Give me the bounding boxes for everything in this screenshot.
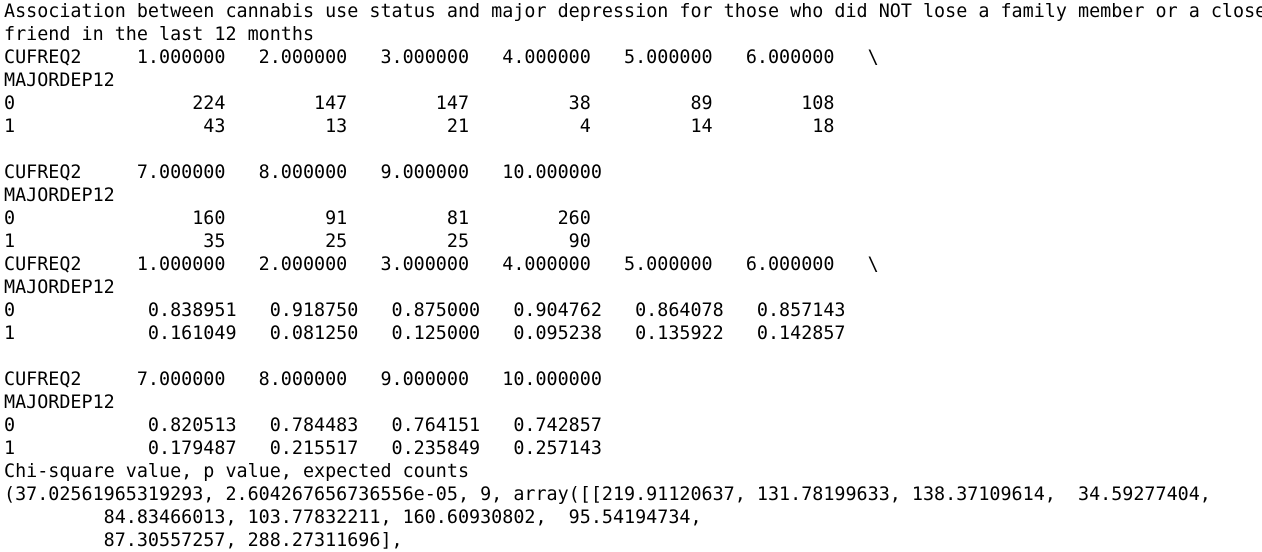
chi-square-result-line-1: (37.02561965319293, 2.604267656736556e-0… — [4, 484, 1211, 505]
counts-table-2-header: CUFREQ2 7.000000 8.000000 9.000000 10.00… — [4, 162, 602, 183]
percent-table-2-index-name: MAJORDEP12 — [4, 392, 115, 413]
chi-square-result-line-3: 87.30557257, 288.27311696], — [4, 530, 403, 551]
counts-table-2-index-name: MAJORDEP12 — [4, 185, 115, 206]
output-line-title-2: friend in the last 12 months — [4, 24, 315, 45]
counts-table-1-index-name: MAJORDEP12 — [4, 70, 115, 91]
percent-table-1-row-0: 0 0.838951 0.918750 0.875000 0.904762 0.… — [4, 300, 846, 321]
chi-square-result-line-2: 84.83466013, 103.77832211, 160.60930802,… — [4, 507, 702, 528]
percent-table-2-row-0: 0 0.820513 0.784483 0.764151 0.742857 — [4, 415, 602, 436]
percent-table-2-header: CUFREQ2 7.000000 8.000000 9.000000 10.00… — [4, 369, 602, 390]
output-line-title-1: Association between cannabis use status … — [4, 1, 1262, 22]
counts-table-2-row-0: 0 160 91 81 260 — [4, 208, 591, 229]
counts-table-1-row-1: 1 43 13 21 4 14 18 — [4, 116, 835, 137]
percent-table-2-row-1: 1 0.179487 0.215517 0.235849 0.257143 — [4, 438, 602, 459]
counts-table-1-header: CUFREQ2 1.000000 2.000000 3.000000 4.000… — [4, 47, 879, 68]
console-output: Association between cannabis use status … — [0, 0, 1262, 552]
counts-table-1-row-0: 0 224 147 147 38 89 108 — [4, 93, 835, 114]
percent-table-1-header: CUFREQ2 1.000000 2.000000 3.000000 4.000… — [4, 254, 879, 275]
percent-table-1-index-name: MAJORDEP12 — [4, 277, 115, 298]
percent-table-1-row-1: 1 0.161049 0.081250 0.125000 0.095238 0.… — [4, 323, 846, 344]
counts-table-2-row-1: 1 35 25 25 90 — [4, 231, 591, 252]
chi-square-label: Chi-square value, p value, expected coun… — [4, 461, 470, 482]
